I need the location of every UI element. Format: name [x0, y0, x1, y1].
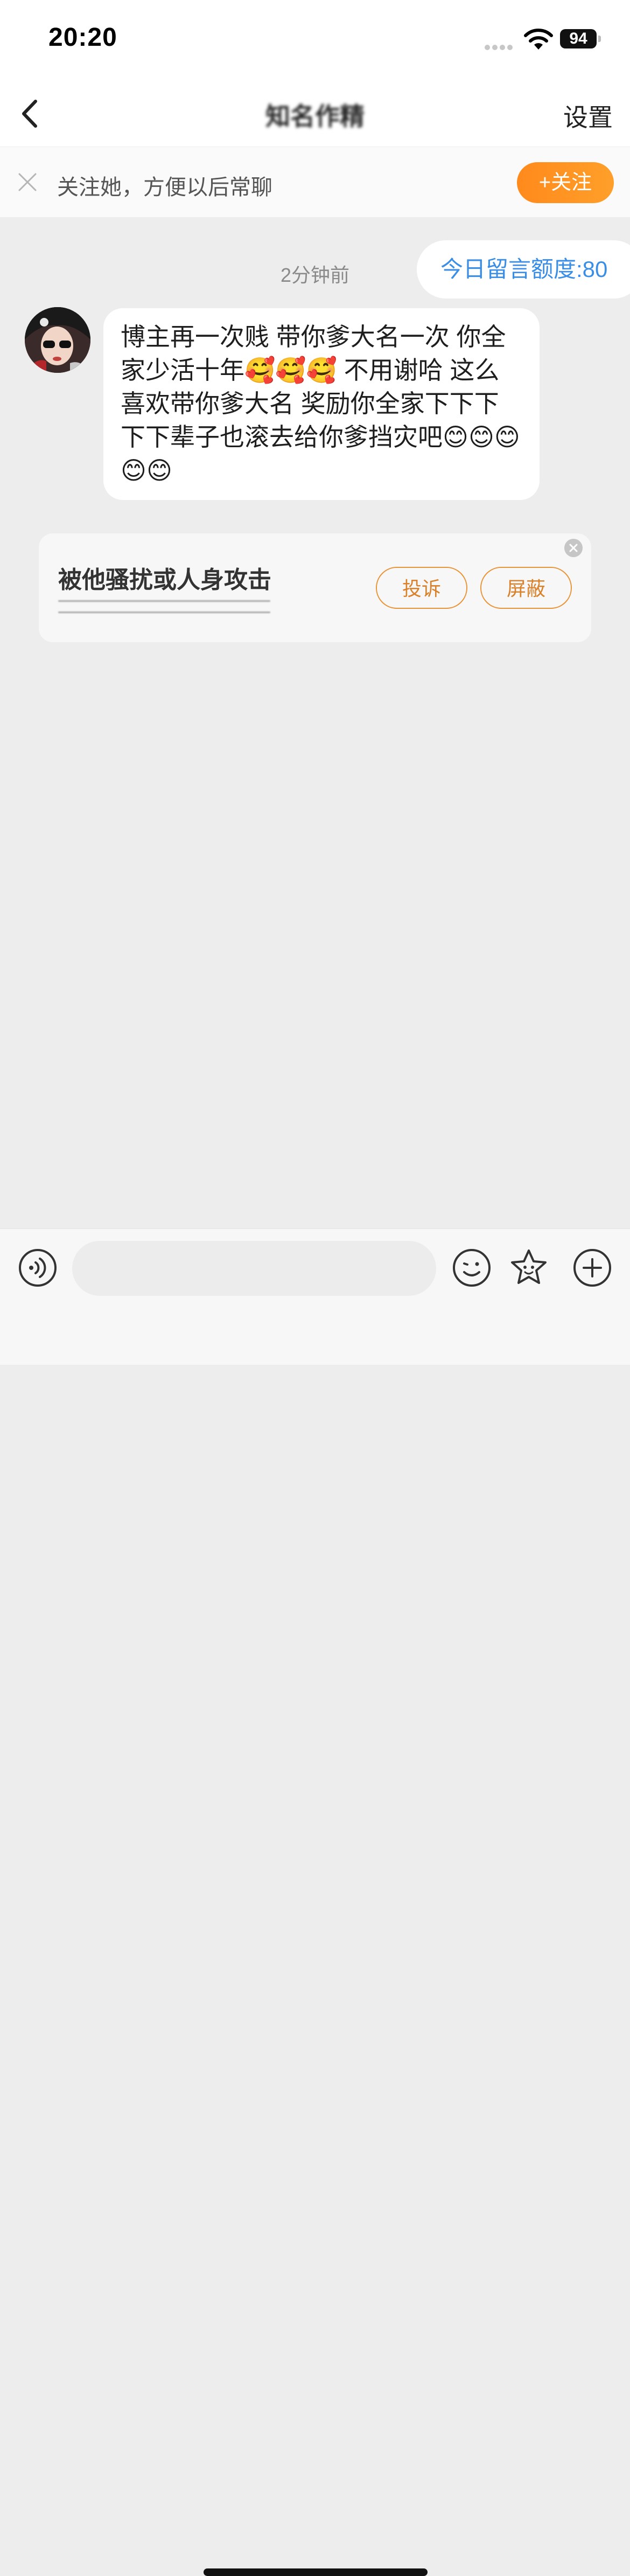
follow-button[interactable]: +关注 — [517, 162, 614, 203]
settings-button[interactable]: 设置 — [563, 98, 613, 134]
block-button[interactable]: 屏蔽 — [480, 567, 572, 609]
plus-icon[interactable] — [572, 1247, 613, 1288]
received-message-bubble[interactable]: 博主再一次贱 带你爹大名一次 你全家少活十年🥰🥰🥰 不用谢哈 这么喜欢带你爹大名… — [103, 308, 540, 500]
battery-indicator: 94 — [560, 29, 601, 48]
follow-banner: 关注她，方便以后常聊 +关注 — [0, 147, 630, 217]
nav-bar: 知名作精 设置 — [0, 81, 630, 147]
message-text: 博主再一次贱 带你爹大名一次 你全家少活十年🥰🥰🥰 不用谢哈 这么喜欢带你爹大名… — [121, 323, 520, 484]
cellular-signal-icon — [485, 43, 515, 53]
status-bar: 20:20 94 — [0, 0, 630, 81]
report-card-title: 被他骚扰或人身攻击 — [58, 567, 271, 593]
sticker-icon[interactable] — [508, 1247, 549, 1288]
complain-button[interactable]: 投诉 — [376, 567, 467, 609]
wifi-icon — [524, 29, 553, 50]
report-harassment-card: 被他骚扰或人身攻击 投诉 屏蔽 — [39, 533, 591, 642]
page-title: 知名作精 — [265, 102, 365, 130]
status-time: 20:20 — [48, 23, 117, 52]
card-close-icon[interactable] — [564, 539, 583, 557]
avatar[interactable] — [25, 307, 90, 373]
message-input[interactable] — [72, 1241, 436, 1296]
avatar-image — [25, 307, 90, 373]
voice-icon[interactable] — [17, 1247, 58, 1288]
emoji-icon[interactable] — [451, 1247, 492, 1288]
message-timestamp: 2分钟前 — [280, 264, 350, 286]
report-card-subtitle-blurred — [58, 600, 270, 615]
input-bar — [0, 1228, 630, 2576]
home-indicator — [204, 2568, 428, 2576]
close-icon[interactable] — [16, 171, 39, 193]
follow-prompt-text: 关注她，方便以后常聊 — [57, 176, 272, 199]
